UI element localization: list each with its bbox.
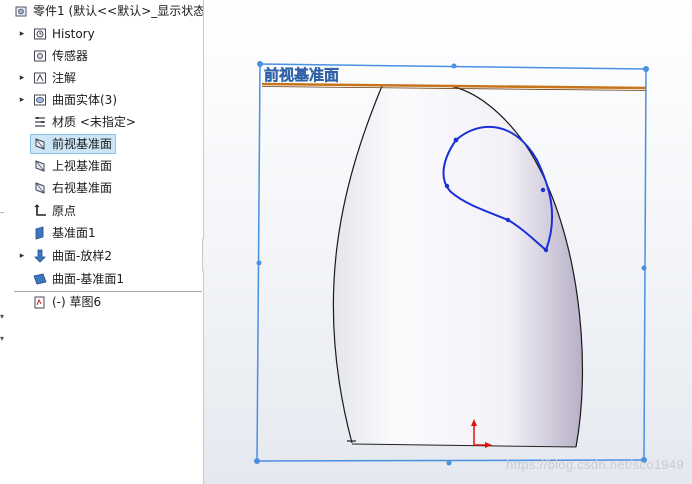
viewport-canvas: 前视基准面 <box>254 61 649 466</box>
tree-item-label: 右视基准面 <box>52 181 113 195</box>
spline-point[interactable] <box>453 137 459 143</box>
tree-item-history[interactable]: ▸ History <box>0 23 203 45</box>
origin-icon <box>34 204 46 216</box>
tree-item-origin[interactable]: 原点 <box>0 200 203 222</box>
planar-surface-icon <box>33 273 47 285</box>
tree-item-front-plane[interactable]: 前视基准面 <box>0 133 203 155</box>
plane-corner-handle[interactable] <box>257 61 263 67</box>
spline-point[interactable] <box>543 247 549 253</box>
tree-item-label: 前视基准面 <box>52 137 113 151</box>
annotation-icon <box>34 72 46 84</box>
tree-item-label: 上视基准面 <box>52 159 113 173</box>
plane-icon <box>35 138 45 150</box>
expand-arrow-icon[interactable]: ▸ <box>17 67 27 89</box>
tree-item-label: 曲面实体(3) <box>52 93 117 107</box>
expand-arrow-icon[interactable]: ▸ <box>17 245 27 267</box>
tree-item-label: 传感器 <box>52 49 89 63</box>
plane-icon <box>35 160 45 172</box>
plane-edge-handle[interactable] <box>641 265 647 271</box>
plane-label: 前视基准面 <box>264 66 339 84</box>
tree-item-label: 基准面1 <box>52 226 96 240</box>
history-icon <box>34 28 46 40</box>
edge-arrow-icon: ▾ <box>0 334 5 343</box>
tree-item-label: History <box>52 27 95 41</box>
spline-point[interactable] <box>444 183 450 189</box>
tree-item-label: 曲面-放样2 <box>52 249 112 263</box>
graphics-viewport[interactable]: 前视基准面 https://blog.csdn.net/sco1949 <box>204 0 692 484</box>
tree-item-label: (-) 草图6 <box>52 295 102 309</box>
feature-manager-tree: 零件1 (默认<<默认>_显示状态 ▸ History 传感器 ▸ 注解 ▸ 曲… <box>0 0 204 484</box>
tree-root-part[interactable]: 零件1 (默认<<默认>_显示状态 <box>0 0 203 22</box>
material-icon <box>35 117 45 127</box>
tree-item-sensors[interactable]: 传感器 <box>0 45 203 67</box>
loft-surface-icon <box>34 249 46 263</box>
tree-item-right-plane[interactable]: 右视基准面 <box>0 177 203 199</box>
expand-arrow-icon[interactable]: ▸ <box>17 23 27 45</box>
watermark-text: https://blog.csdn.net/sco1949 <box>506 457 684 472</box>
sketch-icon <box>34 296 45 309</box>
tree-item-planar-surface[interactable]: 曲面-基准面1 <box>0 268 203 290</box>
tree-item-surface-bodies[interactable]: ▸ 曲面实体(3) <box>0 89 203 111</box>
tree-item-loft-surface[interactable]: ▸ 曲面-放样2 <box>0 245 203 267</box>
sensor-icon <box>34 50 46 62</box>
tree-item-sketch6[interactable]: (-) 草图6 <box>0 291 203 313</box>
plane-edge-handle[interactable] <box>451 63 457 69</box>
part-icon <box>15 6 27 17</box>
surface-bodies-icon <box>34 94 46 106</box>
tree-item-top-plane[interactable]: 上视基准面 <box>0 155 203 177</box>
plane-corner-handle[interactable] <box>643 66 649 72</box>
plane-corner-handle[interactable] <box>254 458 260 464</box>
tree-item-annotations[interactable]: ▸ 注解 <box>0 67 203 89</box>
tree-root-label: 零件1 (默认<<默认>_显示状态 <box>33 4 204 18</box>
tree-item-plane1[interactable]: 基准面1 <box>0 222 203 244</box>
tree-item-material[interactable]: 材质 <未指定> <box>0 111 203 133</box>
plane-edge-handle[interactable] <box>446 460 452 466</box>
plane-solid-icon <box>35 226 44 240</box>
edge-tick-icon: – <box>0 208 4 217</box>
tree-item-label: 材质 <未指定> <box>52 115 136 129</box>
edge-arrow-icon: ▾ <box>0 312 5 321</box>
spline-point[interactable] <box>505 217 511 223</box>
plane-edge-handle[interactable] <box>256 260 262 266</box>
expand-arrow-icon[interactable]: ▸ <box>17 89 27 111</box>
spline-point[interactable] <box>540 187 546 193</box>
tree-item-label: 注解 <box>52 71 77 85</box>
plane-icon <box>35 182 45 194</box>
tree-item-label: 曲面-基准面1 <box>52 272 124 286</box>
tree-item-label: 原点 <box>52 204 77 218</box>
